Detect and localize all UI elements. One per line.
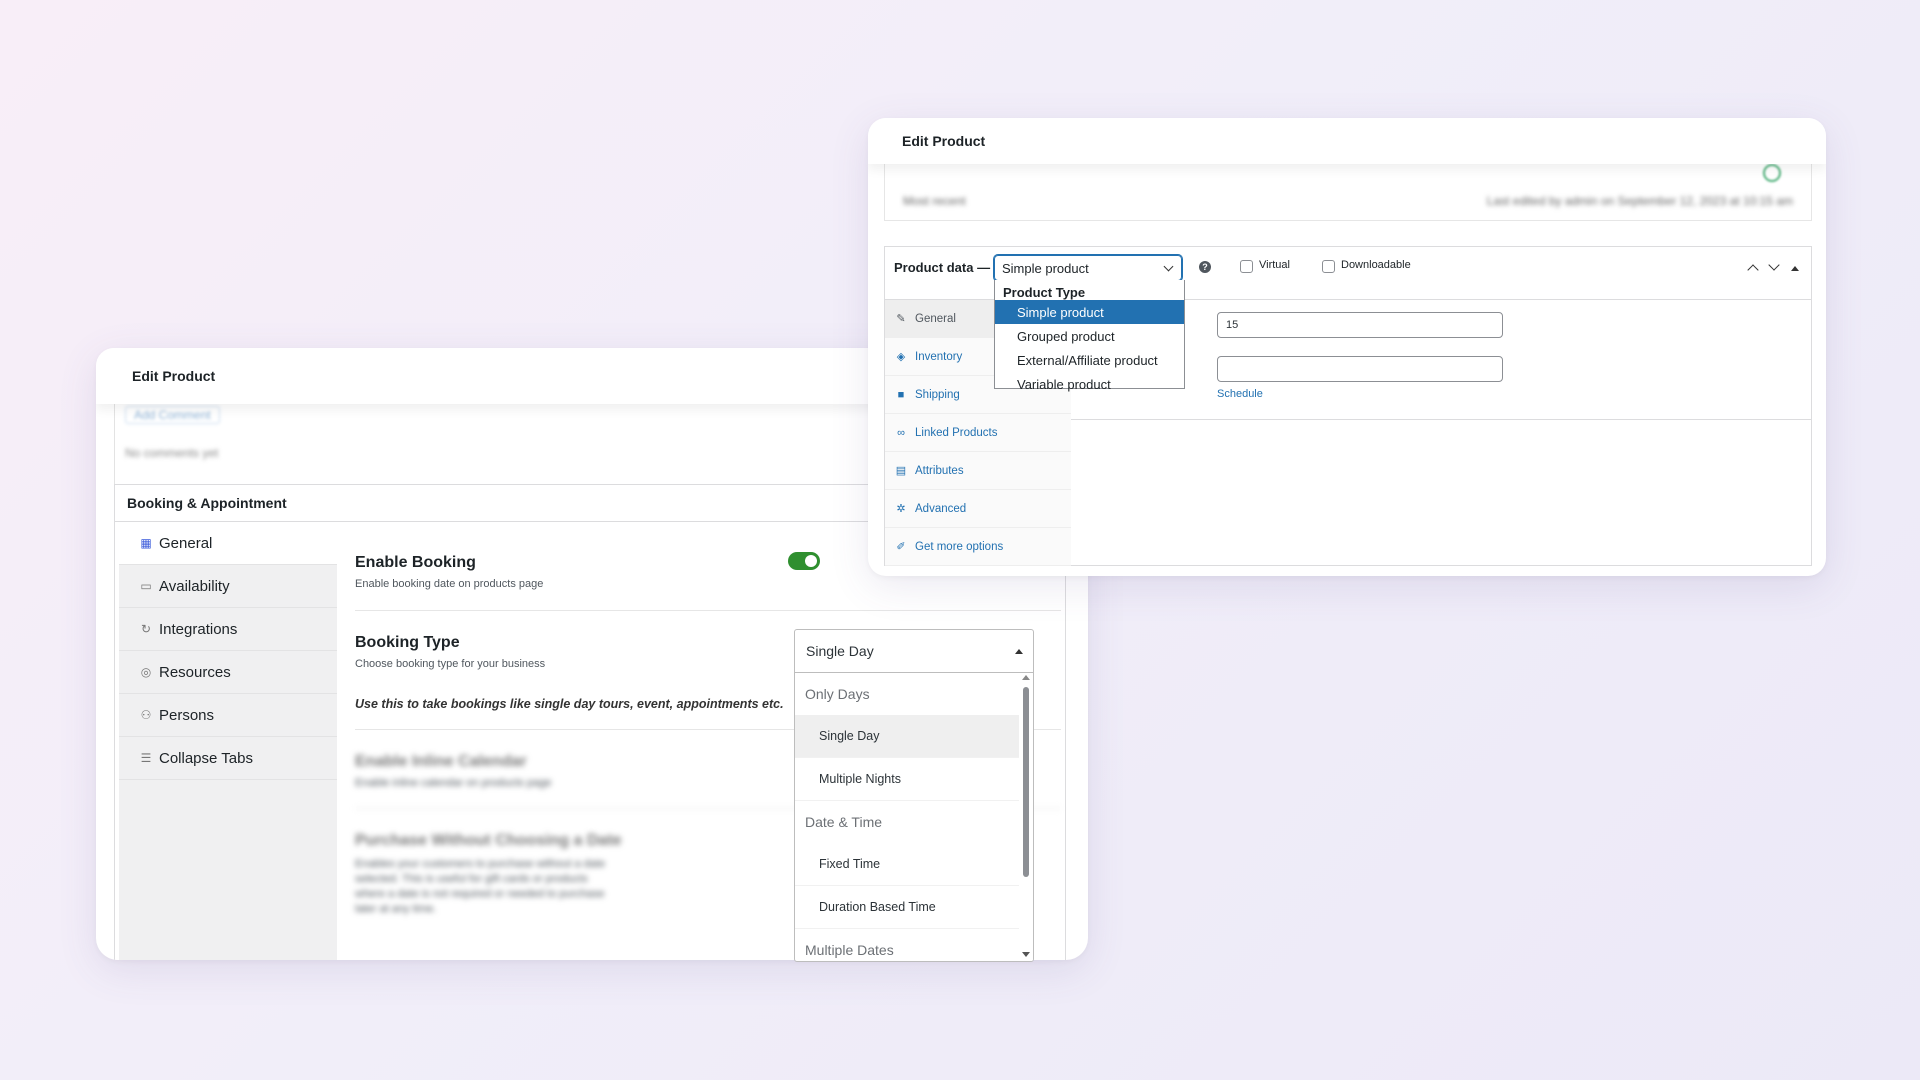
enable-booking-heading: Enable Booking xyxy=(355,554,476,571)
purchase-heading: Purchase Without Choosing a Date xyxy=(355,832,622,849)
tab-label: Get more options xyxy=(915,540,1004,553)
option-group: Product Type xyxy=(1003,285,1086,300)
revision-area: Most recent Last edited by admin on Sept… xyxy=(884,164,1812,221)
regular-price-input[interactable]: 15 xyxy=(1217,312,1503,338)
option-variable-product[interactable]: Variable product xyxy=(995,372,1184,396)
plugin-icon: ✐ xyxy=(896,541,906,553)
booking-type-note: Use this to take bookings like single da… xyxy=(355,697,784,711)
persons-icon: ⚇ xyxy=(140,708,152,722)
option-simple-product[interactable]: Simple product xyxy=(995,300,1184,324)
enable-booking-desc: Enable booking date on products page xyxy=(355,578,544,590)
purchase-line: later at any time. xyxy=(355,903,437,915)
tag-icon: ◈ xyxy=(896,351,906,363)
tab-attributes[interactable]: ▤ Attributes xyxy=(885,452,1071,490)
list-icon: ☰ xyxy=(140,751,152,765)
sale-price-input[interactable] xyxy=(1217,356,1503,382)
tab-label: Integrations xyxy=(159,620,238,638)
help-icon[interactable]: ? xyxy=(1199,261,1211,273)
move-up-icon[interactable] xyxy=(1747,264,1759,276)
truck-icon: ■ xyxy=(897,388,905,401)
calendar-icon: ▭ xyxy=(140,579,152,593)
tab-advanced[interactable]: ✲ Advanced xyxy=(885,490,1071,528)
option-grouped-product[interactable]: Grouped product xyxy=(995,324,1184,348)
revision-left-text: Most recent xyxy=(903,194,966,208)
option-duration-based-time[interactable]: Duration Based Time xyxy=(795,886,1019,929)
option-group: Multiple Dates xyxy=(805,942,894,958)
globe-icon: ◎ xyxy=(140,665,152,679)
purchase-line: Enables your customers to purchase witho… xyxy=(355,858,606,870)
tab-availability[interactable]: ▭ Availability xyxy=(119,565,337,608)
booking-type-options: Only Days Single Day Multiple Nights Dat… xyxy=(795,673,1019,961)
caret-up-icon xyxy=(1015,648,1023,654)
table-icon: ▤ xyxy=(895,465,907,477)
booking-type-heading: Booking Type xyxy=(355,634,460,651)
move-down-icon[interactable] xyxy=(1768,259,1780,271)
chevron-down-icon xyxy=(1163,261,1174,272)
tab-resources[interactable]: ◎ Resources xyxy=(119,651,337,694)
tab-label: Advanced xyxy=(915,502,967,515)
option-single-day[interactable]: Single Day xyxy=(795,715,1019,758)
tab-label: Collapse Tabs xyxy=(159,749,253,767)
tab-label: Persons xyxy=(159,706,215,724)
divider xyxy=(1071,419,1811,420)
collapse-icon[interactable] xyxy=(1791,266,1799,271)
sync-icon: ↻ xyxy=(140,622,152,636)
tab-label: Resources xyxy=(159,663,231,681)
tab-linked-products[interactable]: ∞ Linked Products xyxy=(885,414,1071,452)
booking-type-select[interactable]: Single Day Only Days Single Day Multiple… xyxy=(794,629,1034,962)
status-icon xyxy=(1763,164,1781,182)
product-type-dropdown: Product Type Simple product Grouped prod… xyxy=(994,280,1185,392)
tab-label: General xyxy=(159,534,213,552)
inline-calendar-desc: Enable inline calendar on products page xyxy=(355,777,552,789)
woocommerce-edit-product-card: Edit Product Most recent Last edited by … xyxy=(868,118,1826,576)
tab-label: General xyxy=(915,312,956,325)
booking-type-desc: Choose booking type for your business xyxy=(355,658,546,670)
link-icon: ∞ xyxy=(897,426,905,439)
option-fixed-time[interactable]: Fixed Time xyxy=(795,843,1019,886)
option-group: Only Days xyxy=(805,686,870,702)
scroll-up-icon[interactable] xyxy=(1022,675,1030,680)
revision-right-text: Last edited by admin on September 12, 20… xyxy=(1486,194,1793,208)
scroll-down-icon[interactable] xyxy=(1022,952,1030,957)
grid-icon: ▦ xyxy=(140,536,152,550)
wrench-icon: ✎ xyxy=(896,313,906,325)
product-type-select[interactable]: Simple product xyxy=(994,255,1182,281)
tab-general[interactable]: ▦ General xyxy=(119,522,337,565)
virtual-checkbox[interactable] xyxy=(1240,260,1253,273)
dropdown-scrollbar[interactable] xyxy=(1019,673,1033,961)
option-external-affiliate[interactable]: External/Affiliate product xyxy=(995,348,1184,372)
enable-booking-toggle[interactable] xyxy=(788,552,820,570)
booking-tabs: ▦ General ▭ Availability ↻ Integrations … xyxy=(119,522,337,960)
product-data-label: Product data — xyxy=(894,260,991,275)
tab-label: Attributes xyxy=(915,464,964,477)
option-multiple-nights[interactable]: Multiple Nights xyxy=(795,758,1019,801)
tab-persons[interactable]: ⚇ Persons xyxy=(119,694,337,737)
tab-get-more-options[interactable]: ✐ Get more options xyxy=(885,528,1071,566)
gear-icon: ✲ xyxy=(896,503,906,515)
tab-label: Availability xyxy=(159,577,230,595)
comments-empty-text: No comments yet xyxy=(125,446,219,460)
product-type-value: Simple product xyxy=(1002,260,1089,276)
virtual-label: Virtual xyxy=(1259,259,1290,271)
tab-label: Shipping xyxy=(915,388,960,401)
downloadable-checkbox[interactable] xyxy=(1322,260,1335,273)
purchase-line: selected. This is useful for gift cards … xyxy=(355,873,588,885)
booking-type-select-value[interactable]: Single Day xyxy=(795,630,1033,673)
add-comment-button[interactable]: Add Comment xyxy=(125,406,220,424)
inline-calendar-heading: Enable Inline Calendar xyxy=(355,753,527,770)
schedule-link[interactable]: Schedule xyxy=(1217,388,1263,400)
downloadable-label: Downloadable xyxy=(1341,259,1411,271)
tab-label: Linked Products xyxy=(915,426,998,439)
purchase-line: where a date is not required or needed t… xyxy=(355,888,605,900)
tab-integrations[interactable]: ↻ Integrations xyxy=(119,608,337,651)
selected-value: Single Day xyxy=(806,643,874,659)
scroll-thumb[interactable] xyxy=(1023,687,1029,877)
card-title: Edit Product xyxy=(868,118,1826,164)
tab-collapse[interactable]: ☰ Collapse Tabs xyxy=(119,737,337,780)
tab-label: Inventory xyxy=(915,350,963,363)
option-group: Date & Time xyxy=(805,814,883,830)
